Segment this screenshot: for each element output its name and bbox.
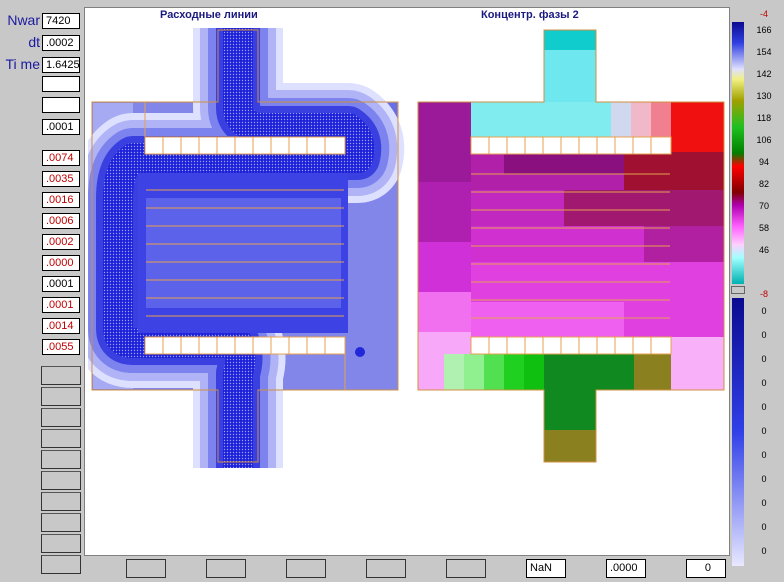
residual-field[interactable]: .0016	[42, 192, 80, 208]
empty-slot	[41, 429, 81, 448]
dt-label: dt	[28, 34, 40, 50]
empty-slot	[41, 387, 81, 406]
nan-field[interactable]: NaN	[526, 559, 566, 578]
scale-bottom-tick: 0	[761, 330, 767, 340]
nwar-label: Nwar	[7, 12, 40, 28]
scale-bottom-tick: 0	[761, 354, 767, 364]
footer-box-4	[366, 559, 406, 578]
scale-top-tick: 46	[758, 245, 769, 255]
scale-bottom-tick: 0	[761, 426, 767, 436]
scale-top-tick: 82	[758, 179, 769, 189]
concentration-panel	[417, 29, 725, 463]
residual-field[interactable]: .0074	[42, 150, 80, 166]
color-scale-top	[732, 22, 744, 284]
scale-bottom-tick: 0	[761, 474, 767, 484]
footer-box-3	[286, 559, 326, 578]
residual-field[interactable]: .0006	[42, 213, 80, 229]
footer-box-2	[206, 559, 246, 578]
scale-min-label: -8	[759, 289, 768, 299]
empty-slot	[41, 534, 81, 553]
scale-top-tick: 166	[756, 25, 772, 35]
right-panel-title: Концентр. фазы 2	[481, 9, 579, 21]
residual-field[interactable]: .0001	[42, 276, 80, 292]
residual-field[interactable]: .0000	[42, 255, 80, 271]
empty-slot	[41, 408, 81, 427]
scale-bottom-tick: 0	[761, 522, 767, 532]
left-panel-title: Расходные линии	[160, 9, 258, 21]
nwar-field[interactable]: 7420	[42, 13, 80, 29]
scale-bottom-tick: 0	[761, 402, 767, 412]
empty-slot	[41, 450, 81, 469]
residual-field[interactable]: .0014	[42, 318, 80, 334]
empty-slot	[41, 366, 81, 385]
scale-top-tick: 94	[758, 157, 769, 167]
residual-field[interactable]: .0035	[42, 171, 80, 187]
scale-bottom-tick: 0	[761, 378, 767, 388]
streamlines-panel	[88, 28, 405, 468]
time-label: Ti me	[5, 56, 40, 72]
residual-field[interactable]: .0055	[42, 339, 80, 355]
scale-top-tick: 58	[758, 223, 769, 233]
scale-bottom-tick: 0	[761, 450, 767, 460]
param-field-6[interactable]: .0001	[42, 119, 80, 135]
scale-bottom-tick: 0	[761, 546, 767, 556]
empty-slot	[41, 513, 81, 532]
time-field[interactable]: 1.6425	[42, 57, 80, 73]
color-scale-bottom	[732, 298, 744, 566]
scale-top-tick: 130	[756, 91, 772, 101]
param-field-4[interactable]	[42, 76, 80, 92]
value-field[interactable]: .0000	[606, 559, 646, 578]
scale-top-tick: 106	[756, 135, 772, 145]
scale-bottom-tick: 0	[761, 306, 767, 316]
scale-max-label: -4	[759, 9, 768, 19]
scale-top-tick: 118	[756, 113, 772, 123]
scale-slider[interactable]	[731, 286, 745, 294]
empty-slot	[41, 492, 81, 511]
footer-box-1	[126, 559, 166, 578]
scale-top-tick: 142	[756, 69, 772, 79]
scale-top-tick: 70	[758, 201, 769, 211]
empty-slot	[41, 555, 81, 574]
residual-field[interactable]: .0002	[42, 234, 80, 250]
scale-top-tick: 154	[756, 47, 772, 57]
dt-field[interactable]: .0002	[42, 35, 80, 51]
empty-slot	[41, 471, 81, 490]
footer-box-5	[446, 559, 486, 578]
residual-field[interactable]: .0001	[42, 297, 80, 313]
count-field[interactable]: 0	[686, 559, 726, 578]
param-field-5[interactable]	[42, 97, 80, 113]
scale-bottom-tick: 0	[761, 498, 767, 508]
